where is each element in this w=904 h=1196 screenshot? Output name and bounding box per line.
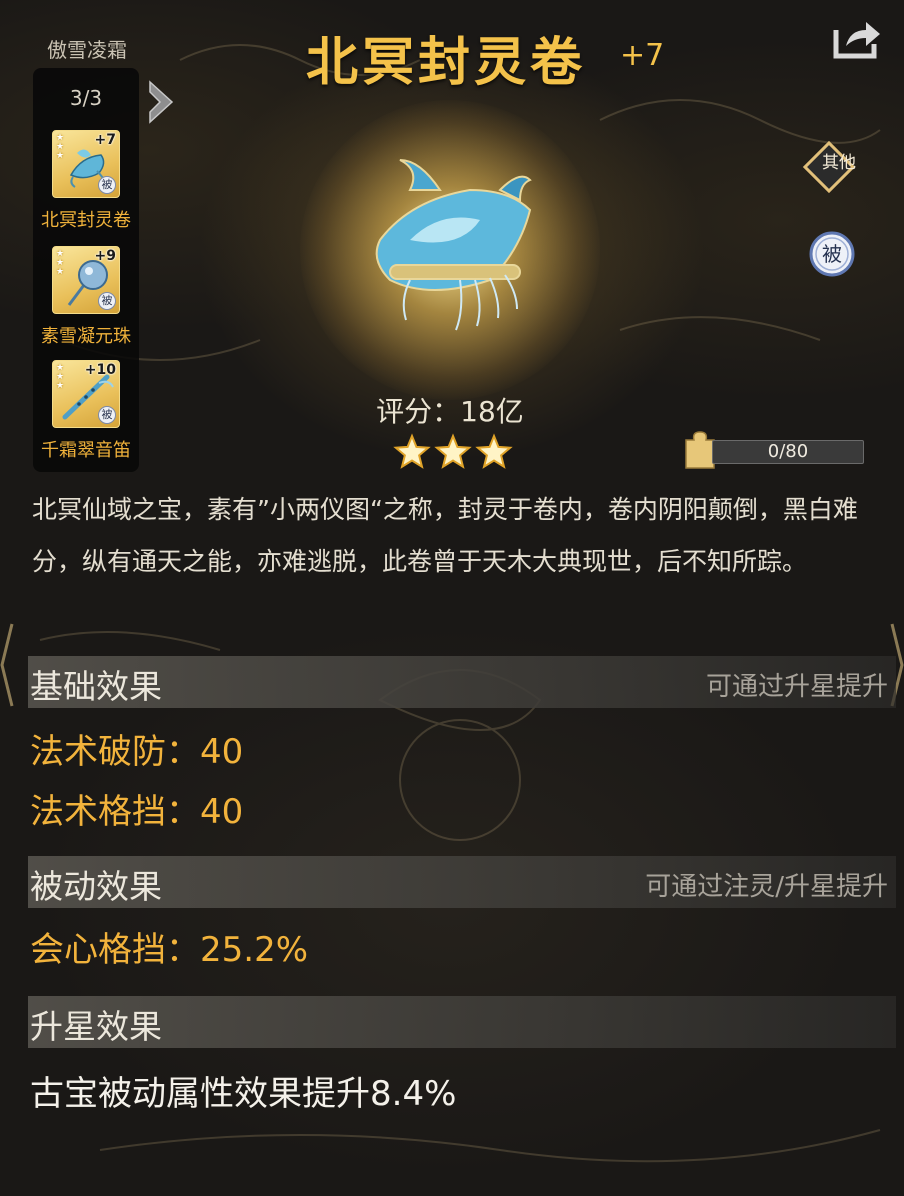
- basic-effect-hint: 可通过升星提升: [705, 672, 888, 702]
- owner-name: 傲雪凌霜: [47, 38, 127, 62]
- other-tag-button[interactable]: 其他: [800, 138, 858, 196]
- slot-count: 3/3: [69, 86, 103, 110]
- passive-effect-header: 被动效果 可通过注灵/升星提升: [28, 856, 896, 908]
- slot-stars: ★ ★ ★: [56, 249, 65, 277]
- other-tag-label-1: 其他: [822, 153, 856, 173]
- slot-name: 素雪凝元珠: [41, 326, 131, 347]
- share-icon[interactable]: [830, 14, 882, 60]
- passive-badge: 被: [98, 292, 116, 310]
- slot-name: 北冥封灵卷: [41, 210, 131, 231]
- star-rating: [393, 433, 513, 469]
- passive-badge: 被: [98, 176, 116, 194]
- passive-effect-hint: 可通过注灵/升星提升: [645, 872, 888, 902]
- scroll-artifact-icon: [375, 159, 532, 331]
- star-effect-title: 升星效果: [30, 1007, 162, 1046]
- scroll-artifact-icon: ★ ★ ★ +7 被: [52, 130, 120, 198]
- passive-badge: 被: [98, 406, 116, 424]
- item-description: 北冥仙域之宝，素有”小两仪图“之称，封灵于卷内，卷内阴阳颠倒，黑白难分，纵有通天…: [32, 495, 858, 576]
- star-effect-header: 升星效果: [28, 996, 896, 1048]
- slot-item-2[interactable]: ★ ★ ★ +9 被 素雪凝元珠: [33, 246, 139, 358]
- pearl-artifact-icon: ★ ★ ★ +9 被: [52, 246, 120, 314]
- artifact-slot-panel: 3/3 ★ ★ ★ +7 被 北冥封灵卷 ★ ★ ★ +9 被 素雪凝元珠 ★ …: [33, 68, 139, 472]
- prev-arrow-icon[interactable]: [0, 620, 14, 710]
- fragment-progress-text: 0/80: [767, 441, 809, 462]
- stat-magic-block: 法术格挡：40: [30, 792, 244, 832]
- passive-tag-label: 被: [822, 242, 842, 266]
- slot-item-3[interactable]: ★ ★ ★ +10 被 千霜翠音笛: [33, 360, 139, 472]
- flute-artifact-icon: ★ ★ ★ +10 被: [52, 360, 120, 428]
- fragment-progress: 0/80: [712, 440, 864, 464]
- basic-effect-title: 基础效果: [30, 667, 162, 706]
- stat-critical-block: 会心格挡：25.2%: [30, 930, 309, 970]
- star-icon: [393, 433, 431, 469]
- slot-stars: ★ ★ ★: [56, 133, 65, 161]
- slot-name: 千霜翠音笛: [41, 440, 131, 461]
- stat-magic-penetration: 法术破防：40: [30, 732, 244, 772]
- star-icon: [434, 433, 472, 469]
- expand-arrow-icon[interactable]: [146, 78, 176, 126]
- slot-stars: ★ ★ ★: [56, 363, 65, 391]
- slot-item-1[interactable]: ★ ★ ★ +7 被 北冥封灵卷: [33, 130, 139, 242]
- item-title: 北冥封灵卷: [306, 33, 587, 93]
- slot-level: +9: [94, 248, 116, 264]
- item-score: 评分：18亿: [376, 395, 524, 428]
- basic-effect-header: 基础效果 可通过升星提升: [28, 656, 896, 708]
- star-effect-text: 古宝被动属性效果提升8.4%: [30, 1074, 457, 1114]
- passive-tag-button[interactable]: 被: [808, 230, 856, 278]
- star-icon: [475, 433, 513, 469]
- slot-level: +7: [94, 132, 116, 148]
- item-level: +7: [620, 38, 665, 73]
- slot-level: +10: [84, 362, 116, 378]
- passive-effect-title: 被动效果: [30, 867, 162, 906]
